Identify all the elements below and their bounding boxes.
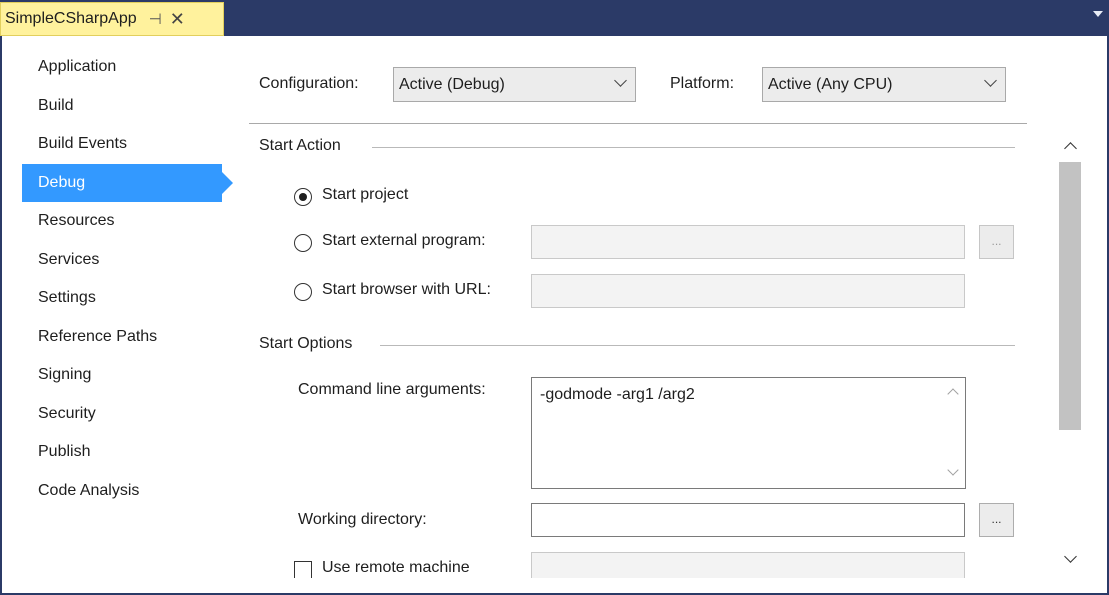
close-icon[interactable]: ✕ [170, 9, 185, 30]
configuration-label: Configuration: [259, 75, 359, 92]
chevron-down-icon [614, 74, 627, 87]
sidebar-item-code-analysis[interactable]: Code Analysis [22, 472, 234, 511]
sidebar-item-application[interactable]: Application [22, 48, 234, 87]
sidebar-item-security[interactable]: Security [22, 395, 234, 434]
document-tab-title: SimpleCSharpApp [5, 10, 137, 27]
working-directory-browse-button[interactable]: ... [979, 503, 1014, 537]
platform-value: Active (Any CPU) [768, 75, 893, 93]
external-program-browse-button[interactable]: ... [979, 225, 1014, 259]
chevron-down-icon [984, 74, 997, 87]
sidebar-item-settings[interactable]: Settings [22, 279, 234, 318]
start-action-heading: Start Action [259, 137, 341, 154]
start-external-program-label[interactable]: Start external program: [322, 232, 486, 250]
scrollbar-thumb[interactable] [1059, 162, 1081, 430]
pin-icon[interactable]: ⊣ [149, 10, 162, 28]
start-project-label[interactable]: Start project [322, 186, 408, 204]
scroll-viewport-edge [249, 578, 1055, 593]
use-remote-machine-checkbox[interactable] [294, 561, 312, 579]
sidebar-item-publish[interactable]: Publish [22, 433, 234, 472]
start-project-radio[interactable] [294, 188, 312, 206]
chevron-down-icon[interactable] [947, 464, 959, 476]
sidebar-item-build[interactable]: Build [22, 87, 234, 126]
chevron-up-icon[interactable] [947, 388, 959, 400]
sidebar-item-reference-paths[interactable]: Reference Paths [22, 318, 234, 357]
external-program-field[interactable] [531, 225, 965, 259]
command-line-arguments-value: -godmode -arg1 /arg2 [540, 386, 695, 403]
platform-label: Platform: [670, 75, 735, 92]
start-options-divider [380, 345, 1015, 346]
browser-url-field[interactable] [531, 274, 965, 308]
command-line-arguments-label: Command line arguments: [298, 381, 486, 398]
start-external-program-radio[interactable] [294, 234, 312, 252]
start-action-divider [372, 147, 1015, 148]
use-remote-machine-label[interactable]: Use remote machine [322, 559, 470, 577]
configuration-dropdown[interactable]: Active (Debug) [393, 67, 636, 102]
scroll-down-icon[interactable] [1064, 550, 1077, 563]
configuration-value: Active (Debug) [399, 75, 505, 93]
working-directory-field[interactable] [531, 503, 965, 537]
start-options-heading: Start Options [259, 335, 353, 352]
sidebar-item-resources[interactable]: Resources [22, 202, 234, 241]
sidebar-item-signing[interactable]: Signing [22, 356, 234, 395]
property-pages-sidebar: Application Build Build Events Debug Resourc… [22, 48, 234, 510]
tab-list-dropdown-icon[interactable] [1093, 11, 1103, 17]
sidebar-item-debug[interactable]: Debug [22, 163, 233, 202]
sidebar-item-services[interactable]: Services [22, 241, 234, 280]
platform-dropdown[interactable]: Active (Any CPU) [762, 67, 1006, 102]
start-browser-url-radio[interactable] [294, 283, 312, 301]
working-directory-label: Working directory: [298, 511, 427, 528]
sidebar-item-build-events[interactable]: Build Events [22, 125, 234, 164]
header-divider [249, 123, 1027, 124]
command-line-arguments-field[interactable]: -godmode -arg1 /arg2 [531, 377, 966, 489]
scroll-up-icon[interactable] [1064, 142, 1077, 155]
document-tab-strip: SimpleCSharpApp ⊣ ✕ [0, 0, 1109, 36]
vertical-scrollbar[interactable] [1055, 126, 1085, 586]
start-browser-url-label[interactable]: Start browser with URL: [322, 281, 491, 299]
document-tab-simplecsharpapp[interactable]: SimpleCSharpApp ⊣ ✕ [0, 2, 224, 36]
